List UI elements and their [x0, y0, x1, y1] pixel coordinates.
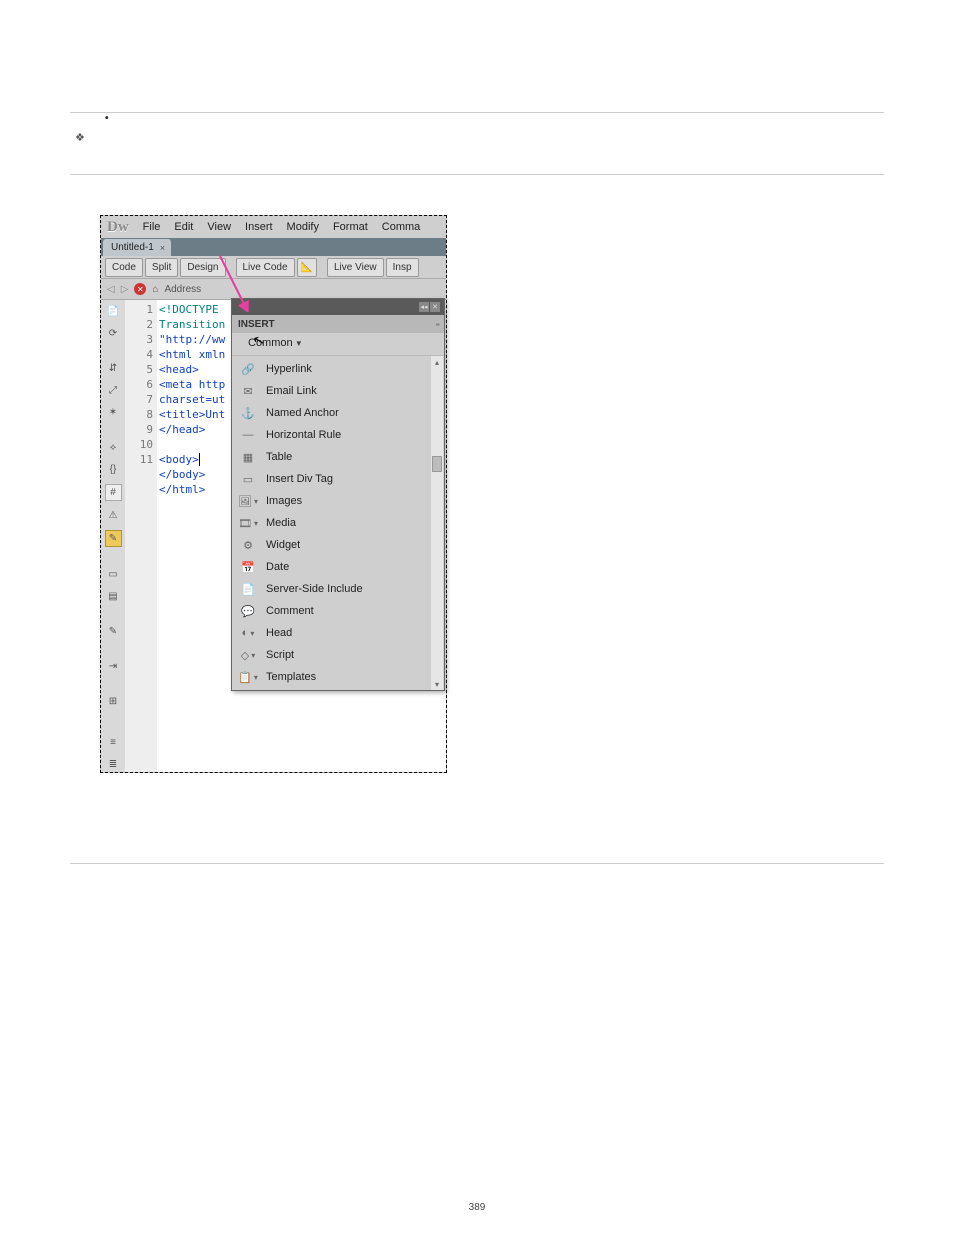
insert-horizontal-rule[interactable]: —Horizontal Rule	[232, 424, 444, 446]
scrollbar[interactable]: ▴ ▾	[430, 356, 443, 690]
menu-modify[interactable]: Modify	[287, 221, 319, 233]
menu-commands[interactable]: Comma	[382, 221, 421, 233]
select-parent-icon[interactable]: ✶	[106, 405, 121, 420]
insert-email-link[interactable]: ✉Email Link	[232, 380, 444, 402]
line-numbers-icon[interactable]: {}	[106, 462, 121, 477]
scroll-up-icon[interactable]: ▴	[431, 356, 443, 368]
anchor-icon: ⚓	[240, 405, 256, 421]
inspect-icon[interactable]: 📐	[297, 258, 317, 277]
divider	[70, 863, 884, 864]
screenshot-dreamweaver: ↖ Dw File Edit View Insert Modify Format…	[100, 215, 447, 773]
insert-panel: ◂◂ ✕ INSERT ▪▪▪ Common 🔗Hyperlink ✉Email…	[231, 298, 445, 691]
insert-table[interactable]: ▦Table	[232, 446, 444, 468]
menu-format[interactable]: Format	[333, 221, 368, 233]
scroll-thumb[interactable]	[432, 456, 442, 472]
code-button[interactable]: Code	[105, 258, 143, 277]
expand-icon[interactable]: ⤢	[106, 383, 121, 398]
format-icon[interactable]: ⊞	[106, 694, 121, 709]
insert-script[interactable]: ◇Script	[232, 644, 444, 666]
menu-edit[interactable]: Edit	[174, 221, 193, 233]
document-tab-label: Untitled-1	[111, 242, 154, 253]
syntax-error-icon[interactable]: ⚠	[106, 508, 121, 523]
address-bar: ◁ ▷ ✕ ⌂ Address	[101, 279, 446, 300]
line-gutter: 1 2 3 4 5 6 7 8 9 10 11	[125, 300, 157, 772]
media-icon: 🎞	[240, 515, 256, 531]
table-icon: ▦	[240, 449, 256, 465]
live-code-button[interactable]: Live Code	[236, 258, 295, 277]
section-heading: ❖	[75, 131, 884, 144]
email-icon: ✉	[240, 383, 256, 399]
recent-snippets-icon[interactable]: ▤	[106, 589, 121, 604]
menu-file[interactable]: File	[143, 221, 161, 233]
highlight-invalid-icon[interactable]: #	[105, 484, 122, 501]
insert-images[interactable]: 🖼Images	[232, 490, 444, 512]
indent-icon[interactable]: ⇥	[106, 659, 121, 674]
insert-comment[interactable]: 💬Comment	[232, 600, 444, 622]
stop-icon[interactable]: ✕	[134, 283, 146, 295]
apply-comment-icon[interactable]: ✎	[105, 530, 122, 547]
divider	[70, 112, 884, 113]
forward-icon[interactable]: ▷	[121, 284, 129, 295]
hyperlink-icon: 🔗	[240, 361, 256, 377]
insert-list: 🔗Hyperlink ✉Email Link ⚓Named Anchor —Ho…	[232, 356, 444, 690]
back-icon[interactable]: ◁	[107, 284, 115, 295]
insert-named-anchor[interactable]: ⚓Named Anchor	[232, 402, 444, 424]
menu-insert[interactable]: Insert	[245, 221, 273, 233]
insert-widget[interactable]: ⚙Widget	[232, 534, 444, 556]
panel-titlebar[interactable]: ◂◂ ✕	[232, 299, 444, 315]
insert-div-tag[interactable]: ▭Insert Div Tag	[232, 468, 444, 490]
head-icon: ◐	[240, 625, 256, 641]
split-button[interactable]: Split	[145, 258, 178, 277]
widget-icon: ⚙	[240, 537, 256, 553]
outdent-icon[interactable]: ≡	[106, 735, 121, 750]
collapse-icon[interactable]: ◂◂	[419, 302, 429, 312]
live-view-button[interactable]: Live View	[327, 258, 384, 277]
insert-date[interactable]: 📅Date	[232, 556, 444, 578]
document-tabstrip: Untitled-1 ×	[101, 238, 446, 256]
collapse-full-icon[interactable]: ≣	[106, 757, 121, 772]
view-toolbar: Code Split Design Live Code 📐 Live View …	[101, 256, 446, 279]
script-icon: ◇	[240, 647, 256, 663]
document-tab[interactable]: Untitled-1 ×	[103, 239, 171, 256]
scroll-down-icon[interactable]: ▾	[431, 678, 443, 690]
date-icon: 📅	[240, 559, 256, 575]
div-icon: ▭	[240, 471, 256, 487]
templates-icon: 📋	[240, 669, 256, 685]
panel-title[interactable]: INSERT ▪▪▪	[232, 315, 444, 333]
wrap-tag-icon[interactable]: ▭	[106, 567, 121, 582]
app-logo: Dw	[107, 219, 129, 236]
ssi-icon: 📄	[240, 581, 256, 597]
close-icon[interactable]: ✕	[430, 302, 440, 312]
panel-menu-icon[interactable]: ▪▪▪	[435, 320, 438, 329]
insert-media[interactable]: 🎞Media	[232, 512, 444, 534]
new-doc-icon[interactable]: 📄	[106, 304, 121, 319]
insert-head[interactable]: ◐Head	[232, 622, 444, 644]
page-number: 389	[469, 1202, 486, 1213]
insert-ssi[interactable]: 📄Server-Side Include	[232, 578, 444, 600]
insert-templates[interactable]: 📋Templates	[232, 666, 444, 688]
comment-icon: 💬	[240, 603, 256, 619]
inspect-button[interactable]: Insp	[386, 258, 419, 277]
close-icon[interactable]: ×	[160, 243, 165, 253]
refresh-icon[interactable]: ⟳	[106, 326, 121, 341]
menu-view[interactable]: View	[207, 221, 231, 233]
balance-braces-icon[interactable]: ⟡	[106, 440, 121, 455]
home-icon[interactable]: ⌂	[152, 284, 158, 295]
menubar: Dw File Edit View Insert Modify Format C…	[101, 216, 446, 238]
rule-icon: —	[240, 427, 256, 443]
design-button[interactable]: Design	[180, 258, 225, 277]
divider	[70, 174, 884, 175]
diamond-bullet-icon: ❖	[75, 131, 85, 144]
move-css-icon[interactable]: ✎	[106, 624, 121, 639]
images-icon: 🖼	[240, 493, 256, 509]
code-toolbar-left: 📄 ⟳ ⇵ ⤢ ✶ ⟡ {} # ⚠ ✎ ▭ ▤ ✎ ⇥ ⊞	[101, 300, 125, 772]
address-label: Address	[164, 284, 201, 295]
insert-hyperlink[interactable]: 🔗Hyperlink	[232, 358, 444, 380]
collapse-icon[interactable]: ⇵	[106, 361, 121, 376]
